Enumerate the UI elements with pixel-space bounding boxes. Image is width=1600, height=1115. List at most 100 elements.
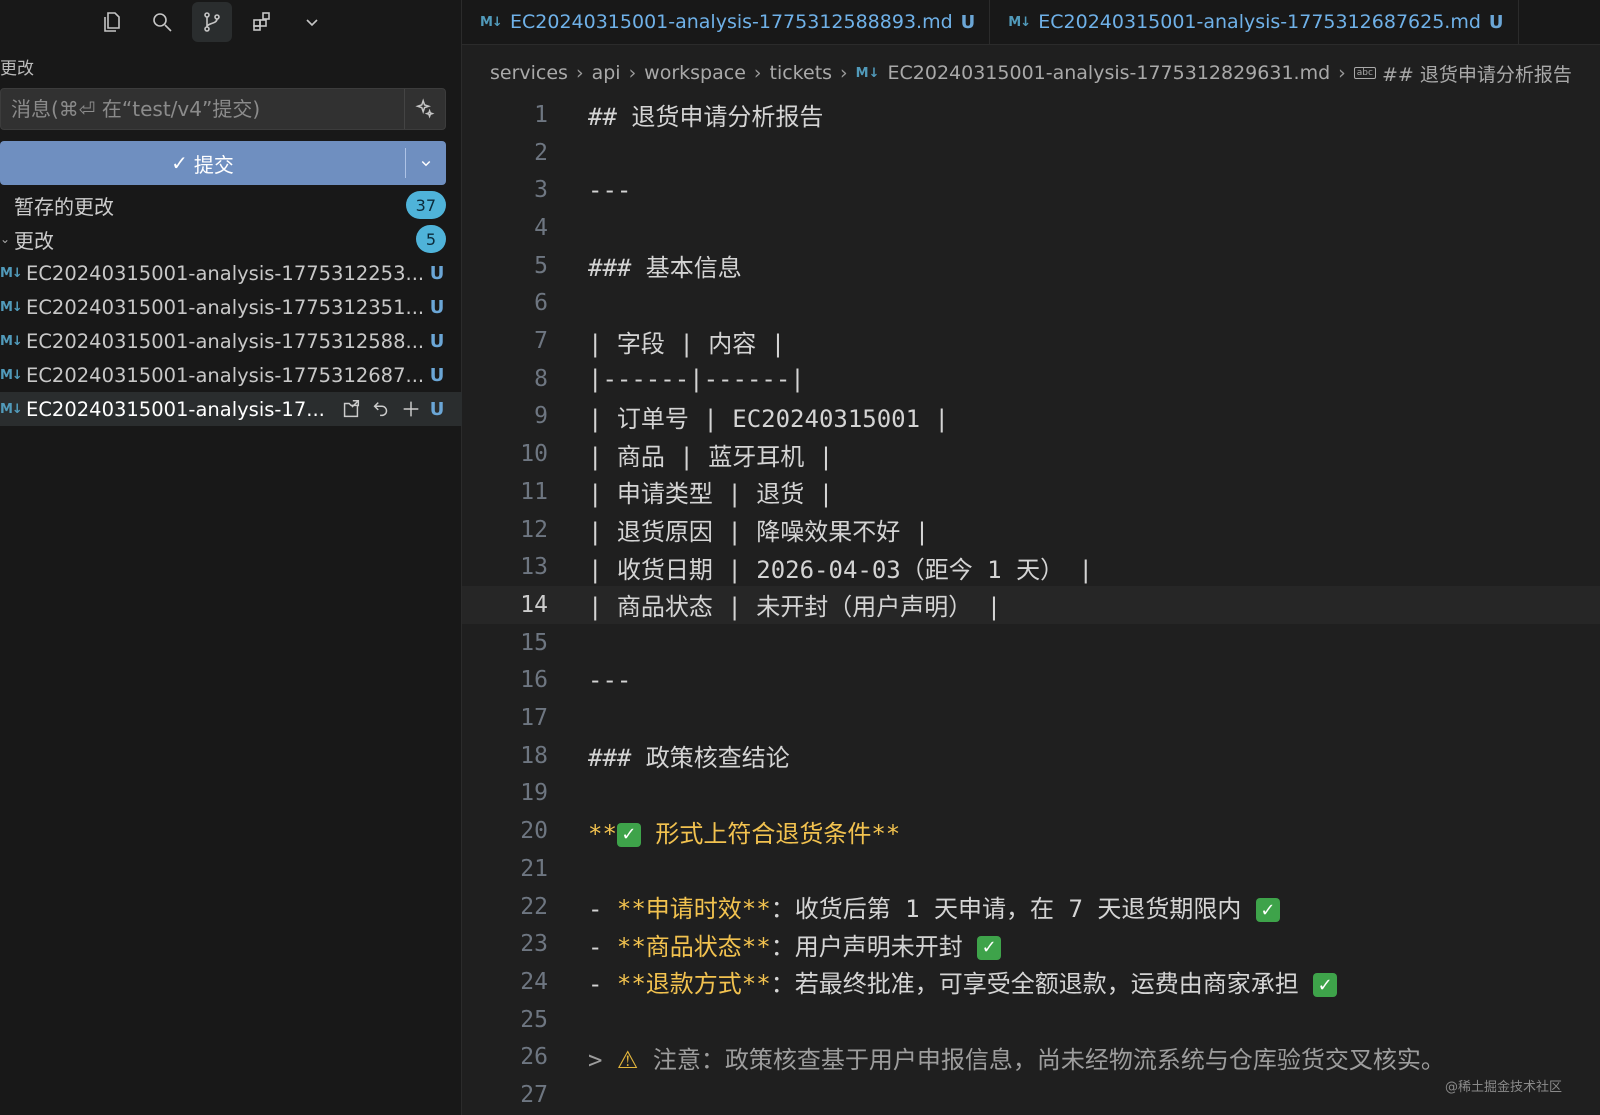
editor-tabs: M↓ EC20240315001-analysis-1775312588893.…: [462, 0, 1600, 45]
extensions-icon: [253, 12, 270, 31]
commit-button[interactable]: ✓ 提交: [0, 141, 405, 185]
line-number: 25: [520, 1006, 548, 1033]
code-line[interactable]: 13 | 收货日期 | 2026-04-03（距今 1 天） |: [462, 548, 1600, 586]
editor-tab[interactable]: M↓ EC20240315001-analysis-1775312588893.…: [462, 0, 991, 44]
file-name: EC20240315001-analysis-1775312351...: [26, 295, 422, 319]
breadcrumb-item[interactable]: tickets: [770, 62, 833, 84]
code-line[interactable]: 21: [462, 850, 1600, 888]
chevron-right-icon: ›: [753, 62, 762, 84]
changed-file-item[interactable]: M↓ EC20240315001-analysis-1775312253... …: [0, 256, 446, 290]
breadcrumb-symbol[interactable]: ## 退货申请分析报告: [1382, 60, 1572, 87]
check-mark-icon: ✓: [1255, 898, 1280, 923]
sparkle-icon: [415, 98, 435, 119]
search-button[interactable]: [142, 2, 182, 42]
changed-file-item[interactable]: M↓ EC20240315001-analysis-1775312687... …: [0, 358, 446, 392]
check-mark-icon: ✓: [616, 822, 641, 847]
code-line[interactable]: 25: [462, 1001, 1600, 1039]
chevron-down-icon: [306, 19, 318, 27]
line-text: | 订单号 | EC20240315001 |: [588, 404, 949, 433]
code-line[interactable]: 26 > ⚠ 注意：政策核查基于用户申报信息，尚未经物流系统与仓库验货交叉核实。: [462, 1039, 1600, 1077]
line-number: 4: [534, 214, 548, 241]
code-line[interactable]: 10 | 商品 | 蓝牙耳机 |: [462, 435, 1600, 473]
commit-message-box: [0, 88, 446, 130]
line-number: 15: [520, 629, 548, 656]
breadcrumb-item[interactable]: services: [490, 62, 568, 84]
markdown-icon: M↓: [1008, 14, 1031, 30]
line-number: 27: [520, 1082, 548, 1109]
markdown-icon: M↓: [0, 265, 23, 281]
breadcrumb-item[interactable]: workspace: [644, 62, 746, 84]
code-line[interactable]: 17: [462, 699, 1600, 737]
changed-file-item-selected[interactable]: M↓ EC20240315001-analysis-17... U: [0, 392, 462, 426]
line-text: - **退款方式**：若最终批准，可享受全额退款，运费由商家承担 ✓: [588, 964, 1338, 999]
line-text: - **申请时效**：收货后第 1 天申请，在 7 天退货期限内 ✓: [588, 889, 1280, 924]
extensions-button[interactable]: [242, 2, 282, 42]
code-line[interactable]: 6: [462, 285, 1600, 323]
commit-message-input[interactable]: [1, 88, 404, 130]
code-line[interactable]: 12 | 退货原因 | 降噪效果不好 |: [462, 511, 1600, 549]
check-icon: ✓: [171, 151, 188, 175]
line-number: 21: [520, 855, 548, 882]
chevron-down-icon: [421, 160, 431, 167]
line-number: 12: [520, 516, 548, 543]
commit-dropdown-button[interactable]: [406, 141, 446, 185]
code-line[interactable]: 15: [462, 624, 1600, 662]
line-number: 1: [534, 101, 548, 128]
code-line[interactable]: 4: [462, 209, 1600, 247]
code-line[interactable]: 24 - **退款方式**：若最终批准，可享受全额退款，运费由商家承担 ✓: [462, 963, 1600, 1001]
stage-changes-icon[interactable]: [400, 398, 422, 420]
line-text: > ⚠ 注意：政策核查基于用户申报信息，尚未经物流系统与仓库验货交叉核实。: [588, 1045, 1445, 1074]
source-control-button[interactable]: [192, 2, 232, 42]
discard-changes-icon[interactable]: [370, 398, 392, 420]
changes-header[interactable]: ⌄ 更改 5: [0, 222, 446, 256]
untracked-status: U: [429, 330, 445, 352]
editor-tab[interactable]: M↓ EC20240315001-analysis-1775312687625.…: [990, 0, 1519, 44]
tab-label: EC20240315001-analysis-1775312687625.md: [1038, 11, 1481, 33]
code-line[interactable]: 27: [462, 1076, 1600, 1114]
code-line[interactable]: 22 - **申请时效**：收货后第 1 天申请，在 7 天退货期限内 ✓: [462, 888, 1600, 926]
code-line[interactable]: 20 ** ✓ 形式上符合退货条件**: [462, 812, 1600, 850]
source-control-icon: [204, 12, 220, 32]
changed-file-item[interactable]: M↓ EC20240315001-analysis-1775312588... …: [0, 324, 446, 358]
breadcrumb-item[interactable]: api: [592, 62, 621, 84]
file-name: EC20240315001-analysis-1775312588...: [26, 329, 422, 353]
code-line[interactable]: 2: [462, 134, 1600, 172]
generate-message-button[interactable]: [404, 89, 445, 129]
line-text: | 商品 | 蓝牙耳机 |: [588, 442, 834, 471]
code-line[interactable]: 1 ## 退货申请分析报告: [462, 96, 1600, 134]
code-line[interactable]: 5 ### 基本信息: [462, 247, 1600, 285]
code-editor[interactable]: 1 ## 退货申请分析报告 2 3 --- 4 5 ### 基本信息 6 7 | 字段 | 内容 |…: [462, 96, 1600, 1115]
staged-changes-header[interactable]: 暂存的更改 37: [0, 188, 446, 222]
line-text: ### 政策核查结论: [588, 744, 790, 773]
commit-button-label: 提交: [193, 152, 234, 177]
view-toolbar: [92, 0, 332, 44]
markdown-icon: M↓: [855, 65, 880, 81]
code-line[interactable]: 23 - **商品状态**：用户声明未开封 ✓: [462, 925, 1600, 963]
line-number: 6: [534, 290, 548, 317]
line-number: 7: [534, 328, 548, 355]
code-line[interactable]: 18 ### 政策核查结论: [462, 737, 1600, 775]
code-line[interactable]: 7 | 字段 | 内容 |: [462, 322, 1600, 360]
chevron-down-icon: ⌄: [0, 232, 11, 246]
code-line[interactable]: 14 | 商品状态 | 未开封（用户声明） |: [462, 586, 1600, 624]
changed-file-item[interactable]: M↓ EC20240315001-analysis-1775312351... …: [0, 290, 446, 324]
open-file-icon[interactable]: [340, 398, 362, 420]
line-number: 8: [534, 365, 548, 392]
code-line[interactable]: 9 | 订单号 | EC20240315001 |: [462, 398, 1600, 436]
line-number: 14: [520, 591, 548, 618]
search-icon: [153, 13, 172, 32]
code-line[interactable]: 8 |------|------|: [462, 360, 1600, 398]
more-views-button[interactable]: [292, 2, 332, 42]
code-line[interactable]: 19: [462, 775, 1600, 813]
explorer-button[interactable]: [92, 2, 132, 42]
changes-label: 更改: [14, 228, 54, 253]
line-number: 24: [520, 968, 548, 995]
line-number: 11: [520, 478, 548, 505]
code-line[interactable]: 3 ---: [462, 171, 1600, 209]
staged-changes-label: 暂存的更改: [14, 194, 114, 219]
code-line[interactable]: 11 | 申请类型 | 退货 |: [462, 473, 1600, 511]
code-line[interactable]: 16 ---: [462, 662, 1600, 700]
line-number: 22: [520, 893, 548, 920]
untracked-status: U: [429, 296, 445, 318]
breadcrumb-file[interactable]: EC20240315001-analysis-1775312829631.md: [888, 62, 1331, 84]
